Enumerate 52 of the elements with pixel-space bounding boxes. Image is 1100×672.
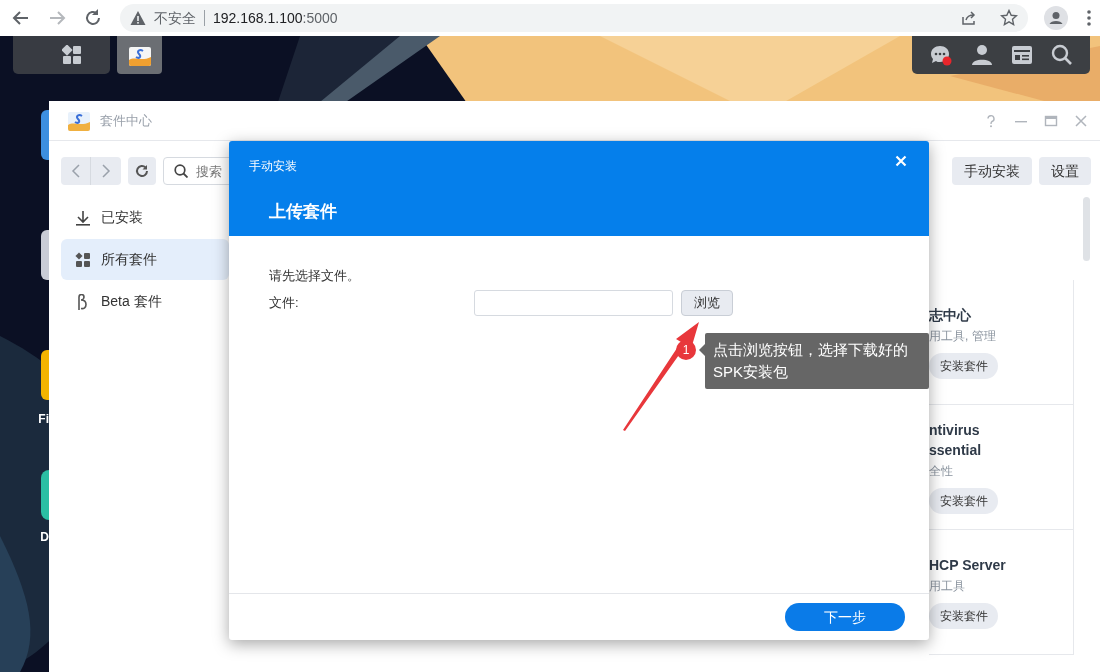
app-label[interactable]: Fi: [38, 410, 49, 428]
package-name: ntivirus ssential: [929, 421, 983, 460]
app-icon[interactable]: [41, 470, 49, 520]
user-icon[interactable]: [971, 44, 993, 66]
sidebar-item[interactable]: Beta 套件: [61, 281, 229, 322]
refresh-button[interactable]: [128, 157, 156, 185]
share-icon[interactable]: [960, 9, 978, 27]
warning-icon: [130, 10, 146, 26]
back-icon: [70, 164, 81, 178]
package-category: 用工具, 管理: [929, 328, 997, 345]
grid-icon: [75, 251, 91, 268]
download-icon: [75, 209, 91, 226]
url-text: 192.168.1.100:5000: [213, 8, 338, 28]
annotation-tooltip: 点击浏览按钮，选择下载好的SPK安装包: [705, 333, 929, 389]
package-category: 全性: [929, 463, 954, 480]
scrollbar-thumb[interactable]: [1083, 197, 1090, 261]
grid-icon: [61, 45, 82, 65]
prompt-text: 请先选择文件。: [269, 267, 360, 285]
chat-icon[interactable]: [929, 43, 953, 67]
package-icon: [68, 109, 90, 132]
tooltip-pointer: [699, 344, 705, 356]
manual-install-button[interactable]: 手动安装: [952, 157, 1032, 185]
package-center-taskbar-button[interactable]: [117, 36, 162, 74]
star-icon[interactable]: [1000, 9, 1018, 27]
search-icon[interactable]: [1051, 44, 1073, 66]
sidebar-item[interactable]: 已安装: [61, 197, 229, 238]
browse-button[interactable]: 浏览: [681, 289, 733, 316]
package-name: HCP Server: [929, 556, 1007, 575]
next-button[interactable]: 下一步: [785, 603, 905, 631]
forward-icon: [101, 164, 111, 178]
app-label[interactable]: D: [40, 528, 49, 546]
app-icon[interactable]: [41, 110, 49, 160]
file-path-field[interactable]: [474, 289, 673, 316]
package-name: 志中心: [929, 306, 972, 325]
app-icon[interactable]: [41, 230, 49, 280]
install-button[interactable]: 安装套件: [929, 488, 998, 514]
widget-icon[interactable]: [1011, 44, 1033, 66]
more-icon[interactable]: [1086, 9, 1092, 27]
window-title: 套件中心: [100, 111, 152, 130]
security-label: 不安全: [154, 8, 196, 28]
install-button[interactable]: 安装套件: [929, 353, 998, 379]
refresh-icon: [135, 164, 149, 178]
install-button[interactable]: 安装套件: [929, 603, 998, 629]
field-label: 文件:: [269, 293, 300, 312]
dialog-title: 上传套件: [269, 201, 337, 223]
settings-button[interactable]: 设置: [1039, 157, 1091, 185]
sidebar-item[interactable]: 所有套件: [61, 239, 229, 280]
address-bar[interactable]: 不安全 192.168.1.100:5000: [120, 4, 1028, 32]
app-icon[interactable]: [41, 350, 49, 400]
search-icon: [174, 164, 188, 178]
package-category: 用工具: [929, 578, 966, 595]
profile-icon[interactable]: [1044, 6, 1068, 30]
